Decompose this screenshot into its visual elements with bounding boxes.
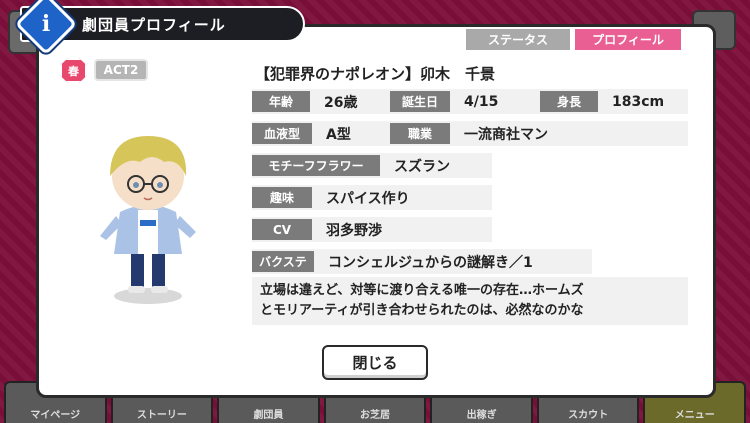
cv-label: CV: [252, 219, 312, 240]
age-value: 26歳: [324, 94, 358, 111]
birthday-value: 4/15: [464, 93, 499, 110]
act-badge: ACT2: [94, 59, 148, 81]
hobby-label: 趣味: [252, 187, 312, 208]
season-badge: 春: [60, 58, 87, 83]
blood-value: A型: [326, 126, 351, 143]
flower-value: スズラン: [394, 158, 450, 175]
age-label: 年齢: [252, 91, 310, 112]
profile-description: 立場は違えど、対等に渡り合える唯一の存在…ホームズ とモリアーティが引き合わせら…: [252, 277, 688, 325]
height-value: 183cm: [612, 93, 665, 110]
description-line-2: とモリアーティが引き合わせられたのは、必然なのかな: [260, 303, 584, 318]
job-label: 職業: [390, 123, 450, 144]
blood-label: 血液型: [252, 123, 312, 144]
birthday-label: 誕生日: [390, 91, 450, 112]
hobby-value: スパイス作り: [326, 190, 410, 207]
description-line-1: 立場は違えど、対等に渡り合える唯一の存在…ホームズ: [260, 283, 584, 298]
row-cv: CV 羽多野渉: [252, 217, 492, 242]
tab-profile[interactable]: プロフィール: [575, 29, 681, 50]
cv-value: 羽多野渉: [326, 222, 382, 239]
row-bukusute: バクステ コンシェルジュからの謎解き／1: [252, 249, 592, 274]
bukusute-label: バクステ: [252, 251, 314, 272]
character-portrait: [100, 136, 196, 304]
flower-label: モチーフフラワー: [252, 155, 380, 176]
modal-title: 劇団員プロフィール: [82, 15, 226, 34]
row-blood-job: 血液型 A型 職業 一流商社マン: [252, 121, 688, 146]
character-name: 【犯罪界のナポレオン】卯木 千景: [255, 65, 496, 83]
height-label: 身長: [540, 91, 598, 112]
row-age-birthday-height: 年齢 26歳 誕生日 4/15 身長 183cm: [252, 89, 688, 114]
close-button[interactable]: 閉じる: [322, 345, 428, 380]
job-value: 一流商社マン: [464, 126, 548, 143]
row-hobby: 趣味 スパイス作り: [252, 185, 492, 210]
row-flower: モチーフフラワー スズラン: [252, 153, 492, 178]
bukusute-value: コンシェルジュからの謎解き／1: [328, 254, 533, 271]
tab-status[interactable]: ステータス: [466, 29, 570, 50]
